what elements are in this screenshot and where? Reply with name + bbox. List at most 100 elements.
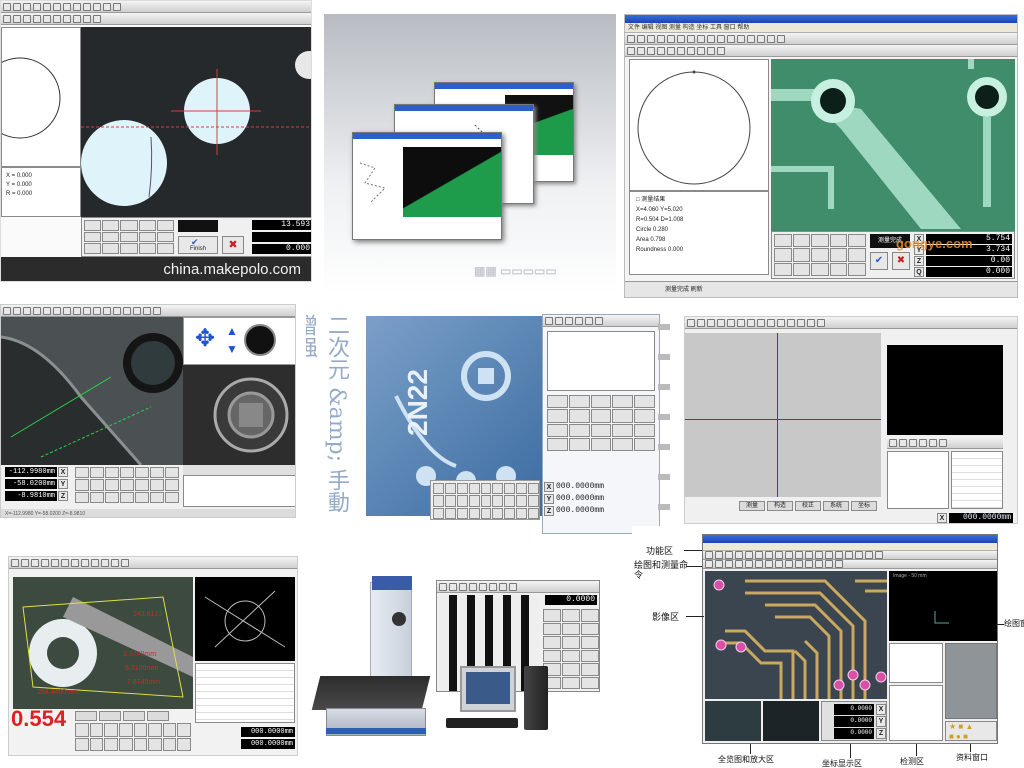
zoom-image[interactable] <box>763 701 819 741</box>
stage-control-panel[interactable]: ✥ ▲ ▼ <box>183 317 295 365</box>
microscope-image[interactable] <box>81 27 311 217</box>
info-line: X = 0.000 <box>6 173 32 179</box>
data-window[interactable] <box>887 451 949 509</box>
pcb-image[interactable] <box>705 571 887 699</box>
function-buttons[interactable] <box>547 395 655 451</box>
tab[interactable] <box>147 711 169 721</box>
measurement-label: 7.8745mm <box>127 679 161 686</box>
axis-label-x: X <box>937 513 947 523</box>
microscope-image[interactable]: 243.6123 3.3740mm 6.3100mm 7.8745mm 254.… <box>13 577 193 709</box>
image-area[interactable] <box>685 333 881 497</box>
tab-measure[interactable]: 测量 <box>739 501 765 511</box>
readout-z: 000.0000mm <box>556 506 605 515</box>
function-buttons[interactable] <box>84 220 174 254</box>
menu-bar[interactable]: 文件 编辑 视图 测量 构造 坐标 工具 窗口 帮助 <box>625 23 1017 33</box>
annotated-software-window: Image - 50 mm ★ ■ ▲ ■ ● ■ 0.0000 0.0000 0… <box>702 534 998 744</box>
result-list[interactable]: □ 测量结果 X=4.060 Y=5.020 R=0.504 D=1.008 C… <box>629 191 769 275</box>
function-buttons[interactable] <box>75 467 179 503</box>
drawing-view[interactable] <box>1 27 81 167</box>
cancel-icon[interactable]: ✖ <box>222 236 244 254</box>
info-line: R = 0.000 <box>6 191 33 197</box>
finish-button[interactable]: ✔ Finish <box>178 236 218 254</box>
readout-y: 000.0000mm <box>241 739 295 749</box>
toolbar[interactable] <box>1 1 311 13</box>
check-icon[interactable]: ✔ <box>870 252 888 270</box>
tool-buttons[interactable] <box>433 483 539 519</box>
readout-x: 000.0000mm <box>241 727 295 737</box>
readout-z: -8.9810mm <box>5 491 57 501</box>
overview-image[interactable] <box>705 701 761 741</box>
image-features <box>81 51 311 206</box>
stacked-window-front <box>352 132 502 240</box>
toolbar[interactable] <box>543 315 659 327</box>
readout-z: 0.0000 <box>834 728 874 739</box>
window-label: Image - 50 mm <box>893 573 927 579</box>
data-window[interactable] <box>889 643 943 683</box>
toolbar[interactable] <box>703 551 997 560</box>
axis-label-y: Y <box>58 479 68 489</box>
detail-image[interactable] <box>183 365 295 465</box>
list-item: X=4.060 Y=5.020 <box>636 207 683 213</box>
status-text: 测量完成 刷新 <box>665 287 703 293</box>
lens-knob <box>392 612 406 626</box>
machine-head <box>372 576 412 590</box>
view-toolbar[interactable] <box>887 437 1003 449</box>
drawing-window[interactable]: Image - 50 mm <box>889 571 997 641</box>
cancel-icon[interactable]: ✖ <box>892 252 910 270</box>
measurement-label: 243.6123 <box>133 611 163 618</box>
toolbar[interactable] <box>625 33 1017 45</box>
menu-bar[interactable] <box>703 543 997 551</box>
toolbar[interactable] <box>9 557 297 569</box>
drawing-content <box>934 611 949 624</box>
data-table[interactable] <box>547 331 655 391</box>
watermark-bar: china.makepolo.com <box>1 257 311 281</box>
toolbar[interactable] <box>437 581 599 593</box>
drawing-view[interactable] <box>629 59 769 191</box>
taskbar[interactable]: 测量完成 刷新 <box>625 281 1017 297</box>
logo-watermark: ▦▦ ▭▭▭▭▭ <box>474 264 557 278</box>
toolbar[interactable] <box>1 305 295 317</box>
up-down-arrow-icon[interactable]: ▲ ▼ <box>226 322 238 358</box>
tab[interactable] <box>99 711 121 721</box>
drawing-window[interactable] <box>887 345 1003 435</box>
callout-coordinates: 坐标显示区 <box>822 759 862 768</box>
tab[interactable] <box>123 711 145 721</box>
toolbar[interactable] <box>685 317 1017 329</box>
data-window-right[interactable] <box>951 451 1003 509</box>
toolbar-secondary[interactable] <box>625 45 1017 57</box>
tool-icon-row[interactable] <box>183 465 295 475</box>
bottom-toolbar[interactable] <box>430 480 540 520</box>
tab-coordinate[interactable]: 坐标 <box>851 501 877 511</box>
detail-features <box>213 377 289 453</box>
tab-system[interactable]: 系统 <box>823 501 849 511</box>
pcb-traces <box>713 579 887 699</box>
function-buttons[interactable] <box>774 234 866 276</box>
tab-construct[interactable]: 构造 <box>767 501 793 511</box>
readout-x: -112.9980mm <box>5 467 57 477</box>
target-icon[interactable] <box>244 324 276 356</box>
pcb-image[interactable] <box>771 59 1015 231</box>
drawing-toolbar[interactable] <box>703 560 997 569</box>
sketch-drawing <box>359 162 386 204</box>
readout-x: 000.0000mm <box>556 482 605 491</box>
results-table[interactable] <box>195 663 295 723</box>
arrows-move-icon[interactable]: ✥ <box>188 322 222 356</box>
microscope-image[interactable] <box>1 317 183 466</box>
data-icons[interactable]: ★ ■ ▲ ■ ● ■ <box>945 721 997 741</box>
screenshot-tile-6: 测量 构造 校正 系统 坐标 X 000.0000mm <box>684 316 1018 524</box>
detect-window[interactable] <box>889 685 943 741</box>
image-features <box>1 333 183 466</box>
readout-y: 000.0000mm <box>556 494 605 503</box>
readout-z: 0.000 <box>252 244 311 254</box>
info-window[interactable] <box>945 643 997 719</box>
measurement-label: 3.3740mm <box>123 651 157 658</box>
toolbar-secondary[interactable] <box>1 13 311 25</box>
measuring-machine <box>311 576 436 756</box>
drawing-window[interactable] <box>195 577 295 661</box>
results-list[interactable] <box>183 475 295 507</box>
function-buttons[interactable] <box>543 609 599 689</box>
tab[interactable] <box>75 711 97 721</box>
function-buttons[interactable] <box>75 723 191 751</box>
tab-calibrate[interactable]: 校正 <box>795 501 821 511</box>
readout-y <box>252 232 311 242</box>
